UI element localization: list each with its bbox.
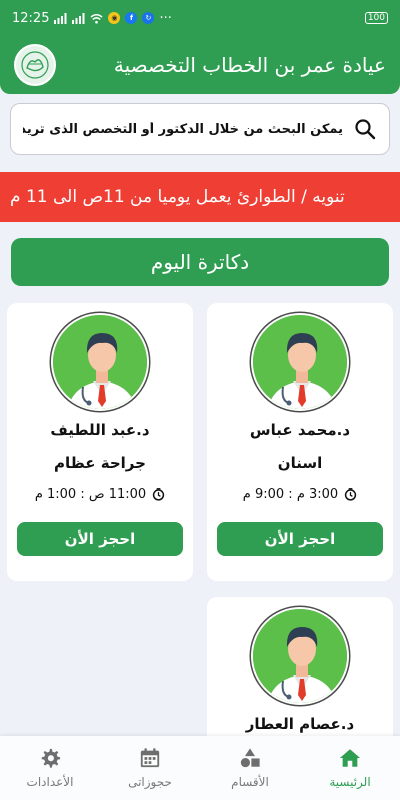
facebook-icon: f	[125, 12, 138, 24]
gear-icon	[41, 748, 61, 768]
doctor-specialty: اسنان	[277, 454, 323, 472]
doctor-name: د.عبد اللطيف	[50, 421, 150, 439]
nav-item-departments[interactable]: الأقسام	[200, 736, 300, 800]
search-bar[interactable]	[10, 103, 390, 155]
search-icon[interactable]	[353, 117, 377, 141]
doctor-avatar	[51, 313, 149, 411]
app-title: عيادة عمر بن الخطاب التخصصية	[113, 53, 386, 77]
nav-item-home[interactable]: الرئيسية	[300, 736, 400, 800]
sync-icon: ↻	[142, 12, 155, 24]
doctor-hours-text: 11:00 ص : 1:00 م	[34, 487, 147, 502]
book-now-button[interactable]: احجز الأن	[217, 522, 383, 556]
doctor-avatar	[251, 607, 349, 705]
calendar-icon	[140, 748, 160, 768]
signal-icon-2	[72, 12, 85, 24]
doctor-hours-text: 3:00 م : 9:00 م	[242, 487, 339, 502]
doctor-hours: 11:00 ص : 1:00 م	[35, 487, 165, 502]
battery-icon: 100	[364, 12, 388, 24]
notification-app-icon: ◉	[108, 12, 121, 24]
section-header: دكاترة اليوم	[11, 238, 389, 286]
section-title: دكاترة اليوم	[150, 250, 250, 274]
doctor-card: د.عبد اللطيف جراحة عظام 11:00 ص : 1:00 م…	[7, 303, 193, 581]
nav-item-bookings[interactable]: حجوزاتى	[100, 736, 200, 800]
status-time: 12:25	[12, 10, 50, 26]
clock-icon	[153, 488, 165, 501]
bottom-navigation: الأعدادات حجوزاتى الأقسام الرئيسية	[0, 736, 400, 800]
doctor-card: د.عصام العطار	[207, 597, 393, 757]
doctor-card: د.محمد عباس اسنان 3:00 م : 9:00 م احجز ا…	[207, 303, 393, 581]
status-bar: 12:25 ◉ f ↻ ··· 100	[0, 0, 400, 36]
doctor-name: د.محمد عباس	[249, 421, 351, 439]
nav-label: حجوزاتى	[128, 775, 172, 789]
notice-text: تنويه / الطوارئ يعمل يوميا من 11ص الى 11…	[10, 187, 345, 207]
search-input[interactable]	[23, 121, 343, 137]
notice-banner: تنويه / الطوارئ يعمل يوميا من 11ص الى 11…	[0, 172, 400, 222]
doctor-avatar	[251, 313, 349, 411]
clinic-logo	[14, 44, 56, 86]
doctor-name: د.عصام العطار	[245, 715, 355, 733]
clock-icon	[345, 488, 357, 501]
doctor-specialty: جراحة عظام	[54, 454, 146, 472]
book-now-button[interactable]: احجز الأن	[17, 522, 183, 556]
nav-item-settings[interactable]: الأعدادات	[0, 736, 100, 800]
doctor-hours: 3:00 م : 9:00 م	[243, 487, 357, 502]
app-bar: عيادة عمر بن الخطاب التخصصية	[0, 36, 400, 94]
nav-label: الأعدادات	[26, 775, 74, 789]
nav-label: الرئيسية	[329, 775, 371, 789]
signal-icon	[54, 12, 67, 24]
shapes-icon	[240, 748, 260, 768]
more-notifications-icon: ···	[159, 10, 172, 26]
home-icon	[339, 749, 361, 767]
nav-label: الأقسام	[231, 775, 269, 789]
wifi-icon	[90, 13, 104, 24]
